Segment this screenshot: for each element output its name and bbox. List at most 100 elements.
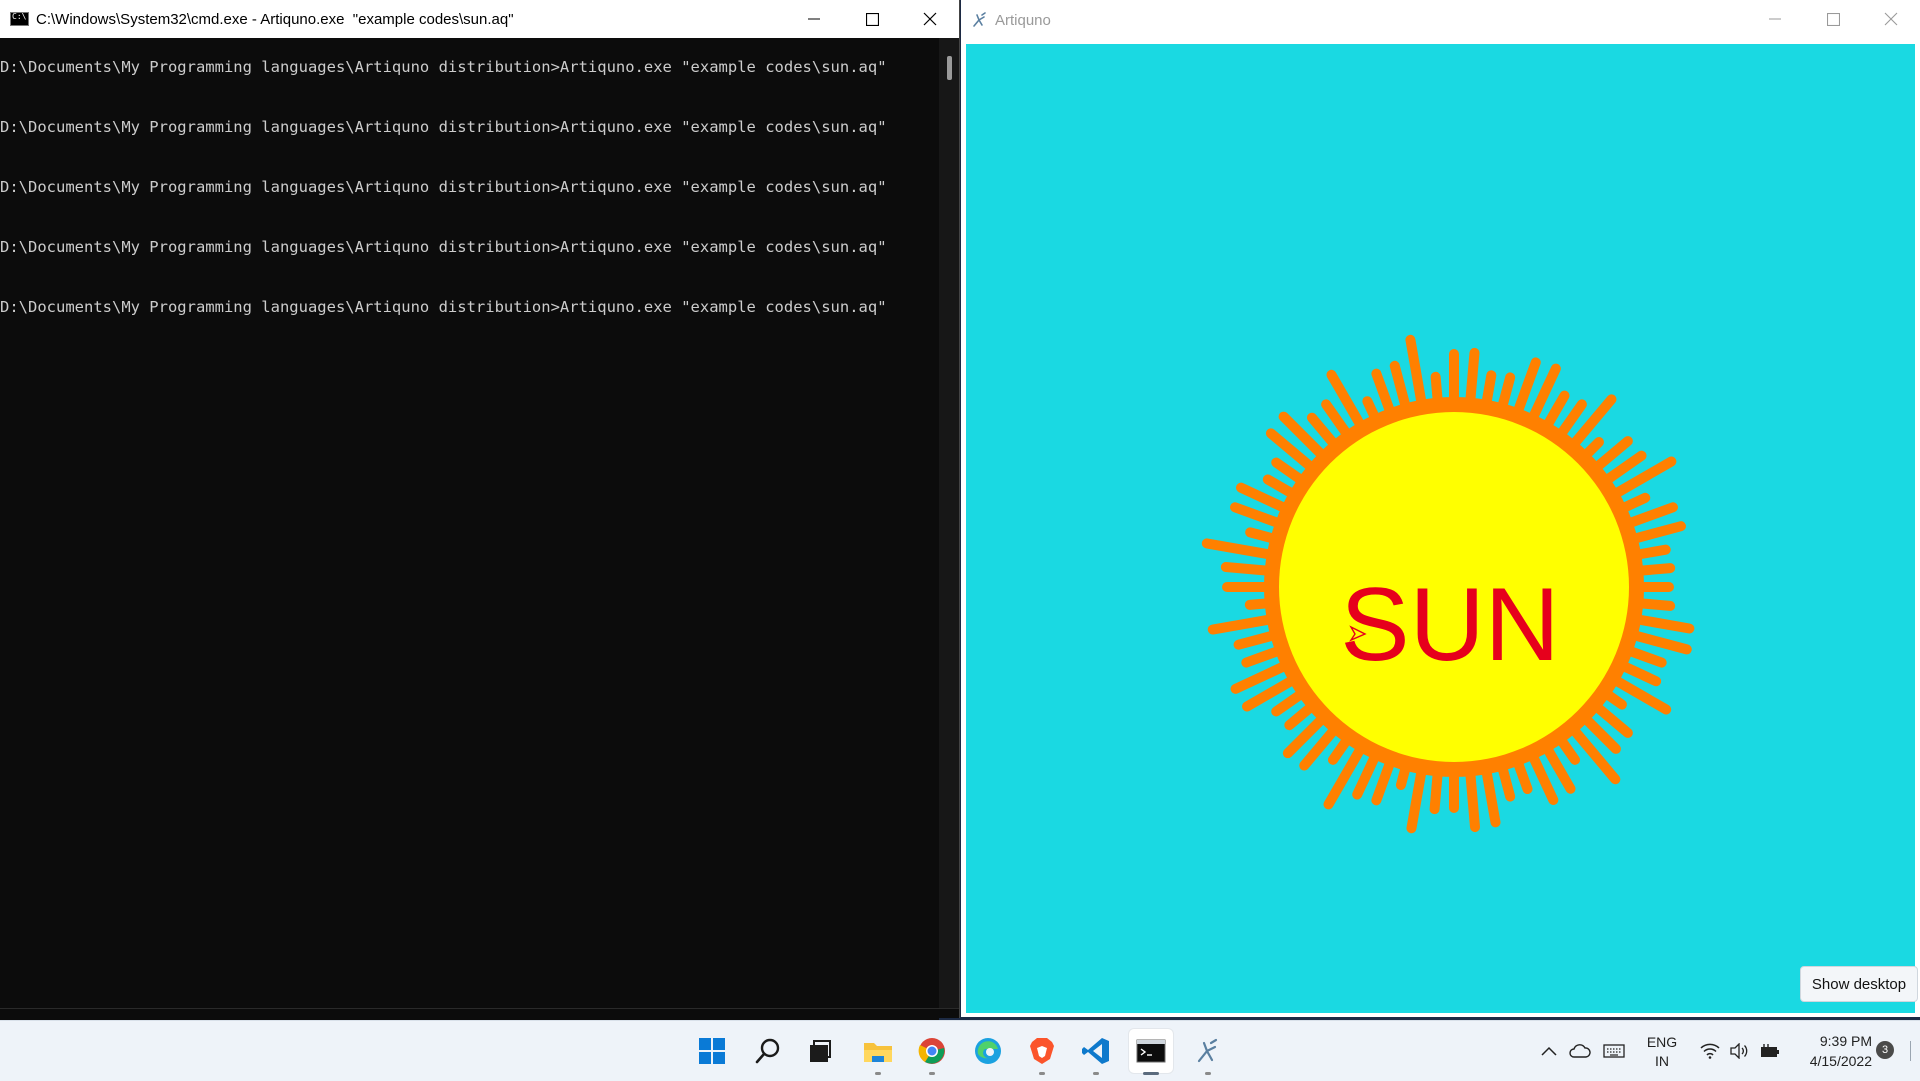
start-icon [699, 1038, 725, 1064]
language-code: ENG [1646, 1034, 1678, 1050]
sun-ray [1207, 613, 1282, 635]
cmd-maximize-button[interactable] [843, 0, 901, 38]
maximize-icon [865, 12, 879, 26]
battery-charging-icon [1761, 1044, 1779, 1057]
sun-ray [1626, 544, 1671, 561]
artiquno-canvas[interactable]: SUN [966, 44, 1915, 1013]
search-button[interactable] [746, 1029, 790, 1073]
wifi-icon [1700, 1043, 1720, 1059]
artiquno-titlebar[interactable]: Artiquno [961, 0, 1920, 40]
cmd-titlebar[interactable]: C:\Windows\System32\cmd.exe - Artiquno.e… [0, 0, 959, 38]
sun-label: SUN [1340, 567, 1560, 683]
cmd-icon [10, 12, 29, 26]
file-explorer-icon [864, 1043, 892, 1062]
close-icon [923, 12, 937, 26]
cloud-icon [1569, 1044, 1591, 1058]
artiquno-window[interactable]: Artiquno SUN [961, 0, 1920, 1017]
chevron-up-icon [1541, 1046, 1557, 1056]
sun-ray [1405, 334, 1428, 415]
cmd-line: D:\Documents\My Programming languages\Ar… [0, 298, 887, 316]
task-view-button[interactable] [798, 1029, 842, 1073]
clock-date: 4/15/2022 [1809, 1053, 1872, 1069]
cmd-window-title: C:\Windows\System32\cmd.exe - Artiquno.e… [36, 10, 514, 28]
start-button[interactable] [690, 1029, 734, 1073]
running-indicator [929, 1072, 935, 1075]
clock[interactable]: 9:39 PM 4/15/2022 [1792, 1031, 1872, 1071]
sun-ray [1628, 597, 1676, 611]
language-indicator[interactable]: ENG IN [1640, 1033, 1684, 1071]
cmd-line: D:\Documents\My Programming languages\Ar… [0, 178, 887, 196]
volume-button[interactable] [1727, 1039, 1751, 1063]
keyboard-icon [1603, 1044, 1625, 1058]
sun-ray [1284, 697, 1322, 731]
taskbar-chrome[interactable] [910, 1029, 954, 1075]
running-indicator [1143, 1072, 1159, 1075]
sun-ray [1464, 347, 1480, 413]
cmd-scroll-thumb[interactable] [947, 56, 952, 80]
sun-ray [1622, 628, 1692, 655]
cmd-window[interactable]: C:\Windows\System32\cmd.exe - Artiquno.e… [0, 0, 959, 1031]
touch-keyboard-button[interactable] [1602, 1039, 1626, 1063]
sun-ray [1430, 371, 1444, 413]
sun-ray [1564, 719, 1621, 785]
vscode-icon [1082, 1038, 1109, 1064]
taskbar-terminal[interactable] [1129, 1029, 1173, 1075]
minimize-icon [808, 18, 820, 20]
cmd-line: D:\Documents\My Programming languages\Ar… [0, 118, 887, 136]
sun-drawing: SUN [1201, 334, 1695, 834]
onedrive-button[interactable] [1568, 1039, 1592, 1063]
edge-icon [975, 1038, 1001, 1064]
maximize-icon [1826, 12, 1840, 26]
chrome-icon [918, 1038, 945, 1064]
artiquno-icon [1197, 1038, 1218, 1063]
volume-icon [1730, 1043, 1748, 1059]
tray-overflow-button[interactable] [1538, 1039, 1560, 1063]
sun-ray [1201, 538, 1282, 561]
notification-badge[interactable]: 3 [1876, 1041, 1894, 1059]
sun-ray [1628, 563, 1676, 577]
cmd-scrollbar[interactable] [939, 38, 959, 1009]
artiquno-window-title: Artiquno [995, 11, 1051, 29]
taskbar-artiquno[interactable] [1186, 1029, 1230, 1075]
artiquno-minimize-button[interactable] [1746, 0, 1804, 38]
taskbar-edge[interactable] [966, 1029, 1010, 1073]
cmd-close-button[interactable] [901, 0, 959, 38]
running-indicator [1039, 1072, 1045, 1075]
artiquno-close-button[interactable] [1862, 0, 1920, 38]
cmd-output[interactable]: D:\Documents\My Programming languages\Ar… [0, 38, 939, 1031]
sun-ray [1464, 761, 1481, 833]
sun-ray [1480, 759, 1501, 828]
sun-ray [1576, 437, 1604, 465]
task-view-icon [810, 1040, 831, 1062]
brave-icon [1030, 1038, 1054, 1064]
cmd-minimize-button[interactable] [785, 0, 843, 38]
battery-button[interactable] [1757, 1039, 1781, 1063]
artiquno-app-icon [973, 12, 986, 27]
running-indicator [1093, 1072, 1099, 1075]
sun-ray [1395, 755, 1413, 791]
sun-ray [1622, 521, 1686, 546]
sun-ray [1406, 759, 1428, 834]
minimize-icon [1769, 18, 1781, 20]
sun-ray [1429, 761, 1444, 815]
terminal-icon [1136, 1039, 1166, 1063]
show-desktop-tooltip: Show desktop [1800, 966, 1918, 1002]
taskbar-file-explorer[interactable] [856, 1029, 900, 1075]
cmd-line: D:\Documents\My Programming languages\Ar… [0, 58, 887, 76]
cmd-bottom-edge [0, 1008, 959, 1018]
close-icon [1884, 12, 1898, 26]
cmd-line: D:\Documents\My Programming languages\Ar… [0, 238, 887, 256]
clock-time: 9:39 PM [1819, 1033, 1872, 1049]
search-icon [755, 1038, 780, 1064]
taskbar-vscode[interactable] [1074, 1029, 1118, 1075]
running-indicator [1205, 1072, 1211, 1075]
running-indicator [875, 1072, 881, 1075]
artiquno-maximize-button[interactable] [1804, 0, 1862, 38]
show-desktop-button[interactable] [1910, 1041, 1911, 1061]
taskbar: ENG IN 9:39 PM 4/15/2022 3 [0, 1020, 1920, 1081]
region-code: IN [1655, 1053, 1669, 1069]
wifi-button[interactable] [1698, 1039, 1722, 1063]
sun-ray [1220, 562, 1280, 577]
sun-ray [1480, 370, 1497, 415]
taskbar-brave[interactable] [1020, 1029, 1064, 1075]
